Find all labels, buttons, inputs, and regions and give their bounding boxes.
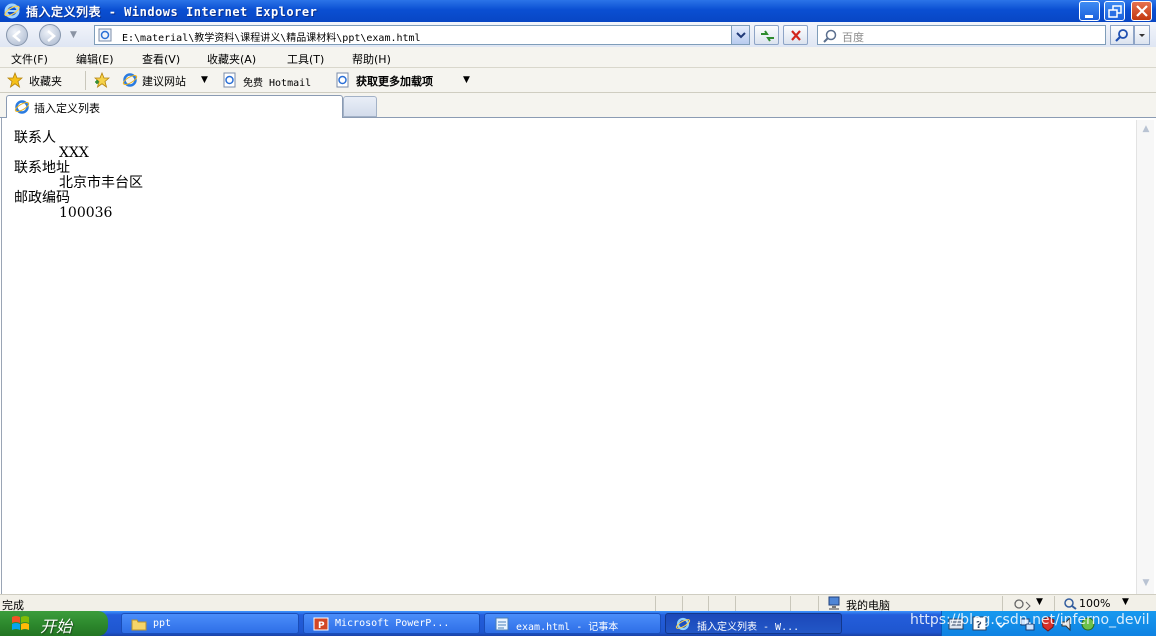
stop-icon xyxy=(791,30,801,41)
address-field[interactable]: E:\material\教学资料\课程讲义\精品课材料\ppt\exam.htm… xyxy=(94,25,750,45)
page-icon xyxy=(98,28,112,42)
forward-arrow-icon xyxy=(47,30,56,42)
page-viewport: 联系人 XXX 联系地址 北京市丰台区 邮政编码 100036 xyxy=(1,118,1136,594)
close-window-button[interactable] xyxy=(1131,1,1152,21)
minimize-button[interactable] xyxy=(1079,1,1100,21)
search-provider-icon xyxy=(823,29,837,43)
toolbar-separator xyxy=(85,71,86,90)
svg-text:P: P xyxy=(318,621,325,631)
status-separator xyxy=(655,596,656,611)
back-arrow-icon xyxy=(12,30,21,42)
zoom-icon xyxy=(1064,598,1077,610)
taskbar-item-powerpoint[interactable]: P Microsoft PowerP... xyxy=(303,613,480,634)
folder-icon xyxy=(131,619,147,631)
address-toolbar: ▼ E:\material\教学资料\课程讲义\精品课材料\ppt\exam.h… xyxy=(0,22,1156,47)
restore-button[interactable] xyxy=(1104,1,1125,21)
favorites-bar: 收藏夹 建议网站 ▼ 免费 Hotmail 获取更多加载项 ▼ xyxy=(0,68,1156,93)
zoom-dropdown-icon[interactable]: ▼ xyxy=(1122,597,1129,607)
start-button[interactable]: 开始 xyxy=(0,611,108,636)
search-placeholder: 百度 xyxy=(842,31,864,44)
menu-view[interactable]: 查看(V) xyxy=(142,51,180,67)
menu-tools[interactable]: 工具(T) xyxy=(287,51,324,67)
status-separator xyxy=(790,596,791,611)
taskbar-item-notepad[interactable]: exam.html - 记事本 xyxy=(484,613,661,634)
status-separator xyxy=(1002,596,1003,611)
term-postcode: 邮政编码 xyxy=(14,190,70,206)
scroll-up-icon[interactable]: ▲ xyxy=(1139,122,1153,136)
chevron-down-icon xyxy=(736,32,746,39)
scroll-down-icon[interactable]: ▼ xyxy=(1139,576,1153,590)
start-label: 开始 xyxy=(40,617,73,636)
term-contact: 联系人 xyxy=(14,130,56,146)
forward-button[interactable] xyxy=(39,24,61,46)
tab-bar: 插入定义列表 xyxy=(0,93,1156,118)
menu-bar: 文件(F) 编辑(E) 查看(V) 收藏夹(A) 工具(T) 帮助(H) xyxy=(0,47,1156,68)
ie-icon xyxy=(122,73,138,87)
status-bar: 完成 我的电脑 ▼ 100% ▼ xyxy=(0,594,1156,612)
chevron-down-icon xyxy=(1139,34,1145,37)
status-separator xyxy=(682,596,683,611)
menu-file[interactable]: 文件(F) xyxy=(11,51,48,67)
menu-edit[interactable]: 编辑(E) xyxy=(76,51,114,67)
tab-label: 插入定义列表 xyxy=(34,102,100,115)
window-title: 插入定义列表 - Windows Internet Explorer xyxy=(26,5,318,19)
address-dropdown-button[interactable] xyxy=(731,26,749,44)
description-postcode: 100036 xyxy=(59,205,113,221)
new-tab-button[interactable] xyxy=(343,96,377,117)
page-icon xyxy=(336,72,349,88)
menu-help[interactable]: 帮助(H) xyxy=(352,51,391,67)
watermark: https://blog.csdn.net/inferno_devil xyxy=(910,612,1150,628)
zoom-level[interactable]: 100% xyxy=(1079,597,1110,610)
menu-favorites[interactable]: 收藏夹(A) xyxy=(207,51,256,67)
ie-icon xyxy=(675,617,691,631)
notepad-icon xyxy=(495,617,509,631)
more-addons-link[interactable]: 获取更多加载项 xyxy=(356,73,433,89)
refresh-icon xyxy=(761,30,774,42)
more-addons-dropdown-icon[interactable]: ▼ xyxy=(463,75,470,85)
suggested-sites-dropdown-icon[interactable]: ▼ xyxy=(201,75,208,85)
ie-icon xyxy=(14,100,30,114)
hotmail-link[interactable]: 免费 Hotmail xyxy=(243,74,311,89)
powerpoint-icon: P xyxy=(313,617,329,631)
taskbar-item-ppt[interactable]: ppt xyxy=(121,613,299,634)
search-input[interactable]: 百度 xyxy=(817,25,1106,45)
status-separator xyxy=(735,596,736,611)
status-separator xyxy=(818,596,819,611)
taskbar-item-label: Microsoft PowerP... xyxy=(335,618,450,629)
status-separator xyxy=(708,596,709,611)
term-address: 联系地址 xyxy=(14,160,70,176)
protected-mode-dropdown-icon[interactable]: ▼ xyxy=(1036,597,1043,607)
page-icon xyxy=(223,72,236,88)
taskbar-item-ie[interactable]: 插入定义列表 - W... xyxy=(665,613,842,634)
vertical-scrollbar[interactable]: ▲ ▼ xyxy=(1136,120,1154,594)
restore-icon xyxy=(1108,5,1122,18)
taskbar-item-label: exam.html - 记事本 xyxy=(516,622,619,633)
favorites-button[interactable]: 收藏夹 xyxy=(29,73,62,89)
description-contact: XXX xyxy=(59,145,89,161)
stop-button[interactable] xyxy=(783,25,808,45)
add-favorite-icon[interactable] xyxy=(94,72,110,88)
ie-icon xyxy=(4,3,20,19)
search-button[interactable] xyxy=(1110,25,1134,45)
history-dropdown-icon[interactable]: ▼ xyxy=(70,30,77,40)
protected-mode-icon[interactable] xyxy=(1012,597,1032,610)
minimize-icon xyxy=(1085,15,1093,18)
definition-list: 联系人 XXX 联系地址 北京市丰台区 邮政编码 100036 xyxy=(14,131,143,221)
taskbar-item-label: ppt xyxy=(153,618,172,629)
close-icon xyxy=(1136,5,1148,17)
url-text[interactable]: E:\material\教学资料\课程讲义\精品课材料\ppt\exam.htm… xyxy=(122,29,421,44)
status-separator xyxy=(1054,596,1055,611)
tab-active[interactable]: 插入定义列表 xyxy=(6,95,343,118)
taskbar-item-label: 插入定义列表 - W... xyxy=(697,622,800,633)
search-icon xyxy=(1115,29,1128,42)
windows-logo-icon xyxy=(12,616,29,630)
title-bar: 插入定义列表 - Windows Internet Explorer xyxy=(0,0,1156,22)
search-options-button[interactable] xyxy=(1134,25,1150,45)
favorites-star-icon xyxy=(7,72,23,88)
my-computer-icon xyxy=(828,596,840,610)
back-button[interactable] xyxy=(6,24,28,46)
refresh-button[interactable] xyxy=(754,25,779,45)
suggested-sites-link[interactable]: 建议网站 xyxy=(142,73,186,89)
description-address: 北京市丰台区 xyxy=(59,175,143,191)
